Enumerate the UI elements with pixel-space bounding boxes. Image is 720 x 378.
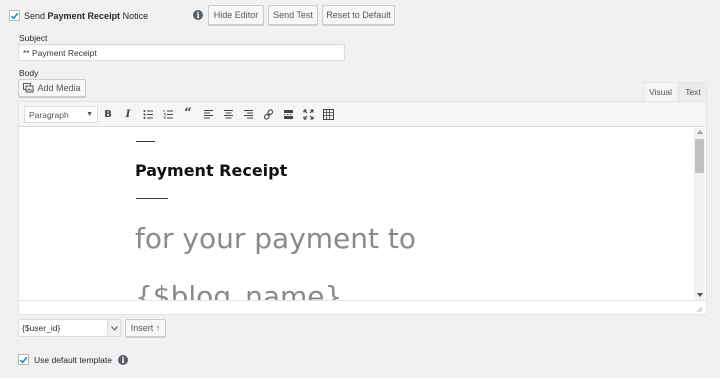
- scroll-down-icon[interactable]: [697, 293, 703, 297]
- scrollbar-thumb[interactable]: [695, 139, 704, 173]
- format-select-value: Paragraph: [29, 109, 69, 120]
- toolbar-buttons: B I “: [100, 106, 336, 122]
- resize-handle-icon[interactable]: [696, 305, 703, 313]
- content-line-2: {$blog_name}: [135, 280, 343, 300]
- body-label: Body: [19, 68, 39, 78]
- variable-select[interactable]: {$user_id}: [18, 319, 121, 337]
- bulleted-list-icon[interactable]: [140, 106, 156, 122]
- scroll-up-icon[interactable]: [697, 130, 703, 134]
- heading-divider: [136, 198, 168, 199]
- top-divider: [136, 141, 155, 142]
- editor-statusbar: [19, 300, 706, 314]
- variable-select-value: {$user_id}: [22, 323, 61, 333]
- chevron-down-icon[interactable]: [107, 320, 120, 336]
- numbered-list-icon[interactable]: [160, 106, 176, 122]
- tab-visual[interactable]: Visual: [643, 82, 678, 101]
- subject-label: Subject: [19, 33, 48, 43]
- fullscreen-icon[interactable]: [300, 106, 316, 122]
- bold-icon[interactable]: B: [100, 106, 116, 122]
- content-line-1: for your payment to: [135, 222, 416, 255]
- hide-editor-button[interactable]: Hide Editor: [208, 5, 264, 25]
- send-test-button[interactable]: Send Test: [268, 5, 318, 25]
- add-media-icon: [23, 83, 34, 93]
- chevron-down-icon: ▼: [86, 111, 93, 118]
- editor-content[interactable]: Payment Receipt for your payment to {$bl…: [19, 128, 694, 300]
- italic-icon[interactable]: I: [120, 106, 136, 122]
- link-icon[interactable]: [260, 106, 276, 122]
- check-icon: [19, 356, 28, 363]
- align-center-icon[interactable]: [220, 106, 236, 122]
- toolbar-toggle-icon[interactable]: [320, 106, 336, 122]
- blockquote-icon[interactable]: “: [180, 106, 196, 122]
- insert-button[interactable]: Insert ↑: [125, 319, 166, 337]
- use-default-template-label: Use default template: [34, 355, 112, 365]
- info-icon[interactable]: i: [118, 355, 128, 365]
- subject-input[interactable]: ** Payment Receipt: [18, 44, 345, 61]
- use-default-template-checkbox[interactable]: [18, 354, 29, 365]
- read-more-icon[interactable]: [280, 106, 296, 122]
- reset-to-default-button[interactable]: Reset to Default: [322, 5, 395, 25]
- align-right-icon[interactable]: [240, 106, 256, 122]
- editor-scrollbar[interactable]: [694, 128, 705, 300]
- send-notice-checkbox[interactable]: [9, 10, 20, 21]
- format-select[interactable]: Paragraph ▼: [24, 106, 98, 123]
- content-heading: Payment Receipt: [135, 161, 288, 180]
- tab-text[interactable]: Text: [679, 82, 707, 101]
- send-notice-label: Send Payment Receipt Notice: [24, 11, 149, 21]
- add-media-label: Add Media: [37, 83, 81, 93]
- info-icon[interactable]: i: [193, 10, 203, 20]
- check-icon: [10, 12, 19, 19]
- align-left-icon[interactable]: [200, 106, 216, 122]
- add-media-button[interactable]: Add Media: [18, 79, 86, 97]
